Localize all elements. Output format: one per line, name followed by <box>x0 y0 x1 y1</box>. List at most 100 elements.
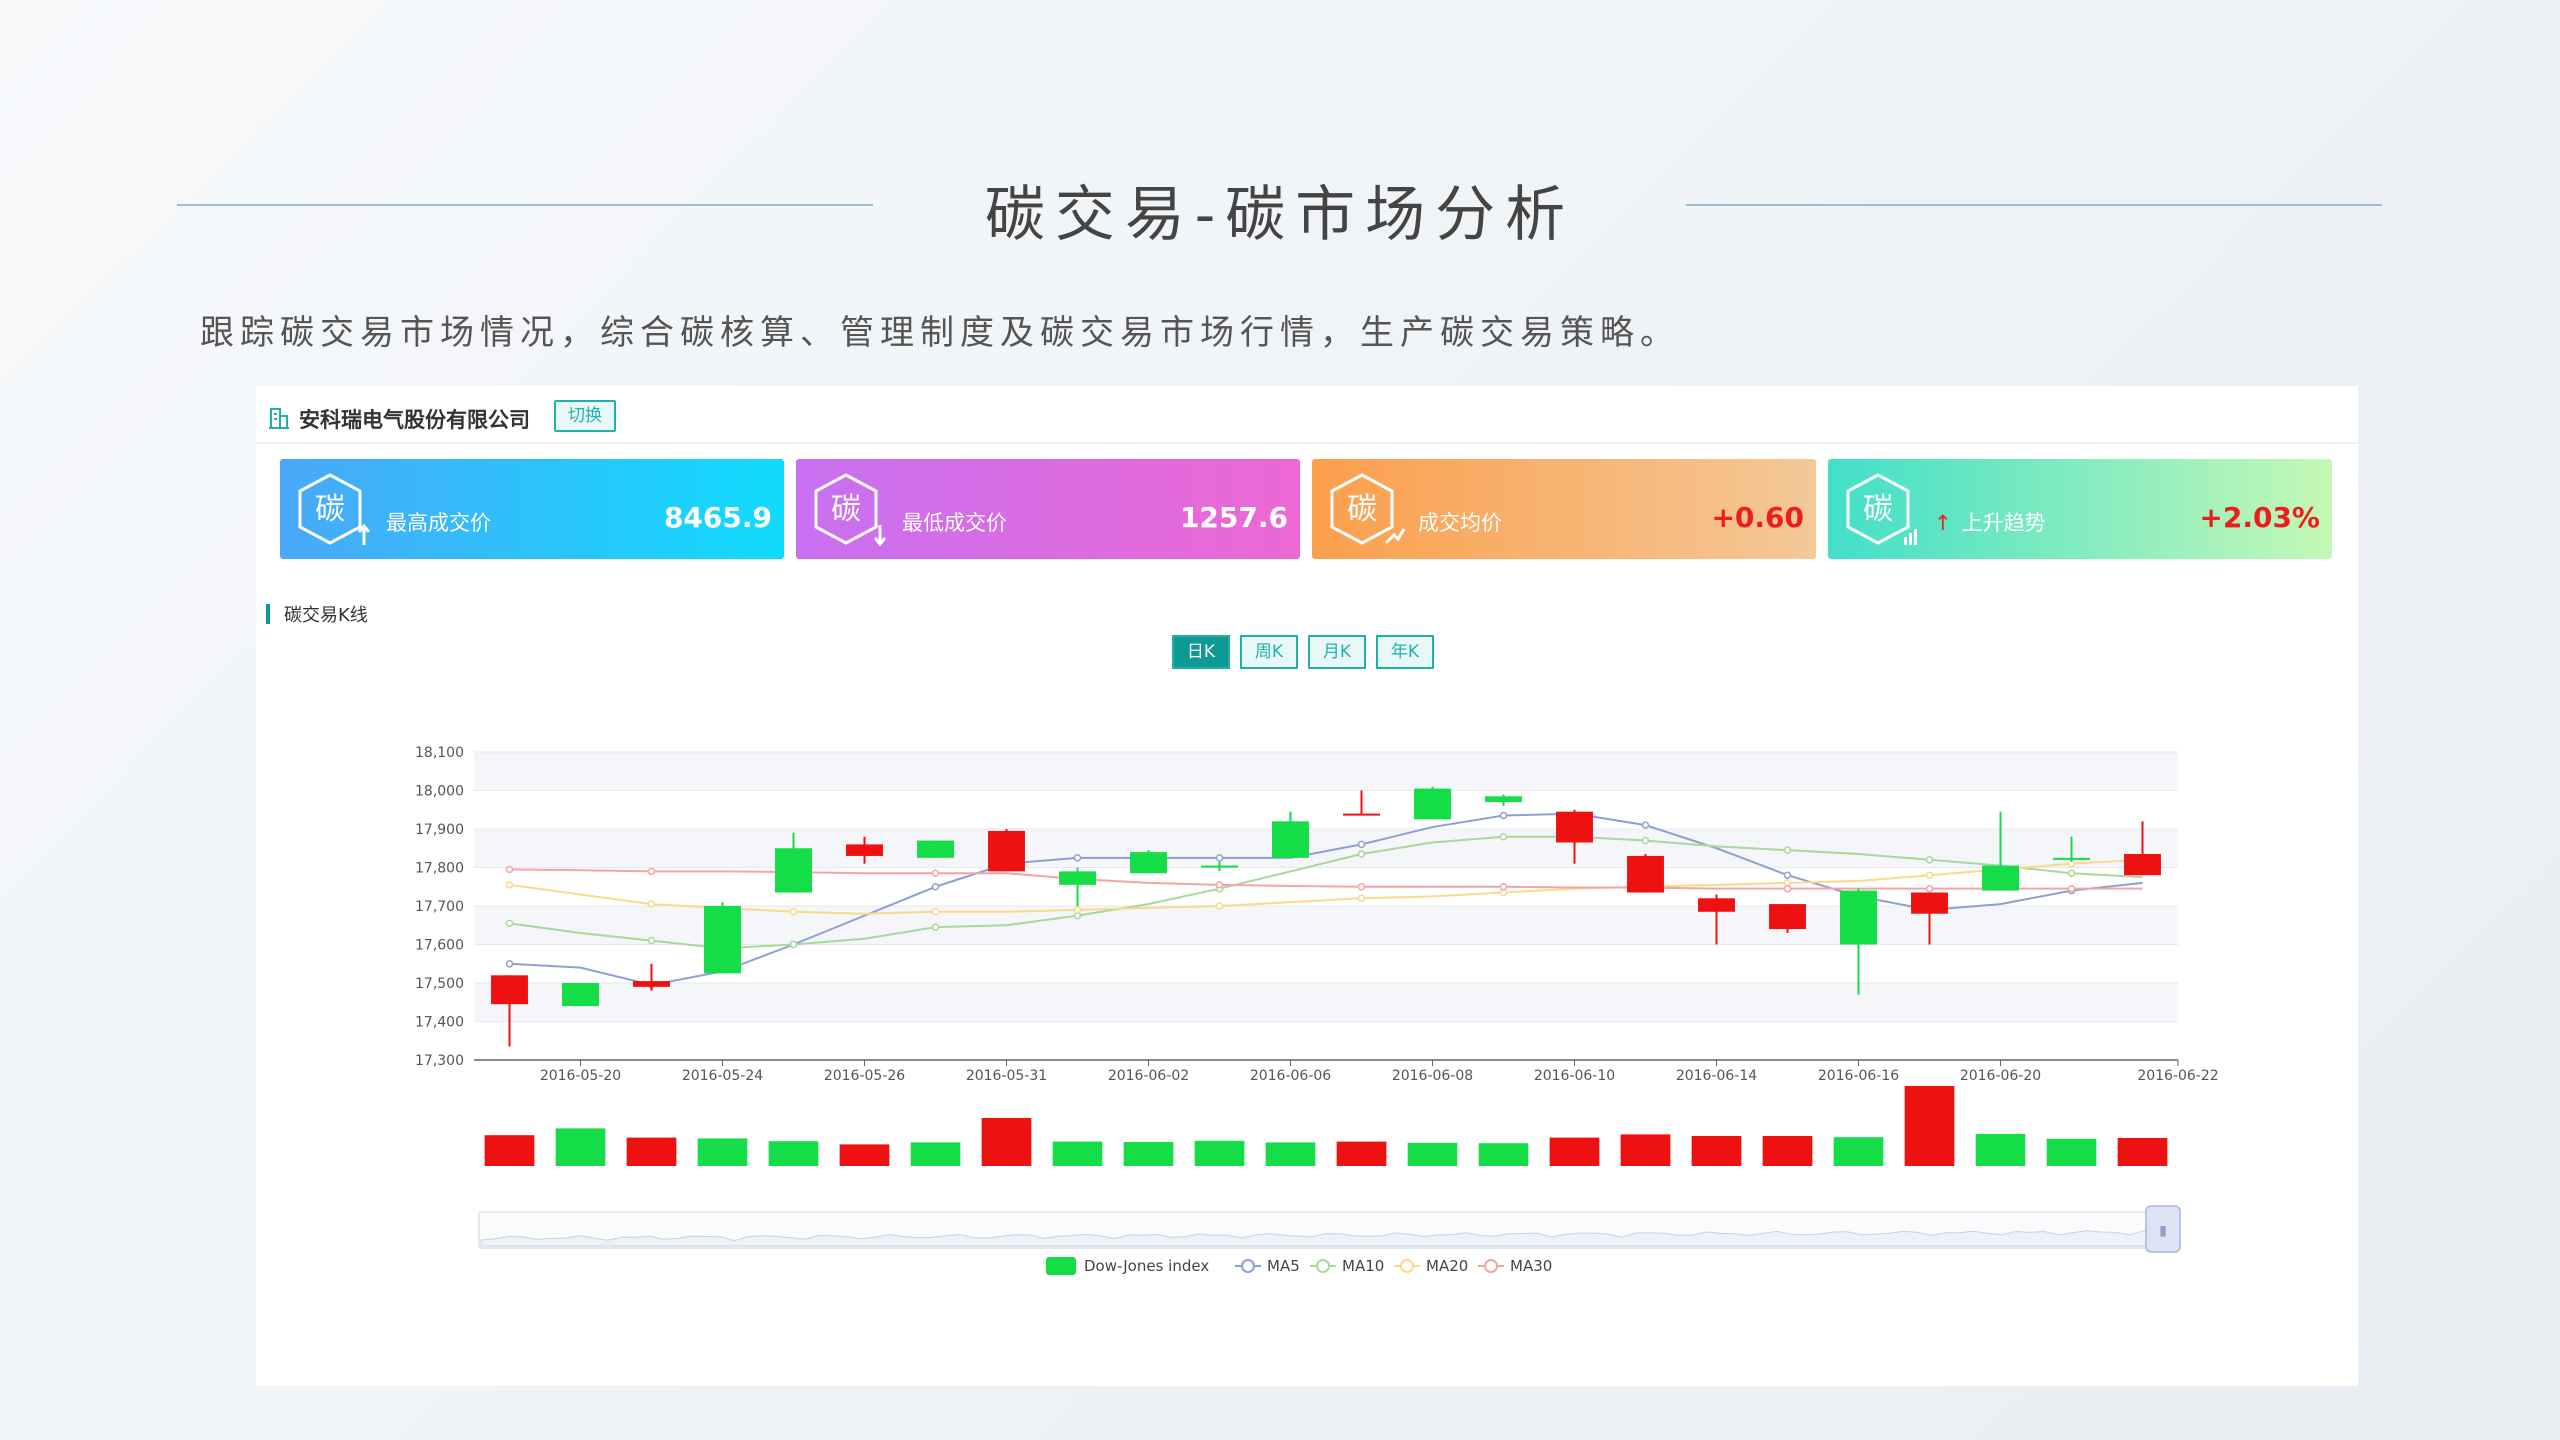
x-tick-label: 2016-06-08 <box>1392 1068 1473 1084</box>
ma-point <box>1783 871 1792 879</box>
title-divider-right <box>1686 204 2382 206</box>
kline-chart: 17,300 17,400 17,500 17,600 17,700 17,800 17,9… <box>415 745 2219 1275</box>
legend-label: MA5 <box>1267 1257 1300 1275</box>
ma-point <box>647 867 656 876</box>
candle-body <box>1698 898 1735 912</box>
x-tick-label: 2016-06-02 <box>1108 1068 1189 1084</box>
ma-point <box>505 865 514 874</box>
ma-point <box>1499 811 1508 820</box>
x-tick-label: 2016-06-20 <box>1960 1068 2041 1084</box>
volume-bar <box>1407 1142 1458 1166</box>
candle <box>1414 786 1451 820</box>
y-tick-label: 17,700 <box>415 899 464 915</box>
ma-point <box>1357 840 1366 849</box>
legend-label: Dow-Jones index <box>1084 1257 1209 1275</box>
ma-point <box>1641 836 1650 845</box>
datazoom-handle-grip-icon: ▮ <box>2159 1223 2167 1239</box>
candle-body <box>2124 854 2161 876</box>
candle-body <box>1414 788 1451 820</box>
legend-marker <box>1484 1259 1498 1273</box>
candle-body <box>1130 852 1167 874</box>
candle-body <box>491 975 528 1005</box>
candle-body <box>1201 865 1238 868</box>
candle-body <box>1059 871 1096 885</box>
candle-body <box>988 830 1025 872</box>
x-tick-label: 2016-06-06 <box>1250 1068 1331 1084</box>
volume-bar <box>1194 1140 1245 1166</box>
volume-bar <box>1265 1142 1316 1166</box>
candle-body <box>2053 857 2090 860</box>
volume-bar <box>697 1138 748 1166</box>
legend-item[interactable]: MA30 <box>1478 1257 1552 1275</box>
candle-body <box>1982 865 2019 891</box>
candle-body <box>1769 904 1806 930</box>
volume-bar <box>2046 1138 2097 1166</box>
volume-bar <box>1904 1086 1955 1166</box>
candle <box>633 963 670 991</box>
legend-label: MA30 <box>1510 1257 1552 1275</box>
candle-body <box>775 848 812 893</box>
page-title-row: 碳交易-碳市场分析 <box>0 160 2560 250</box>
candle <box>1627 854 1664 893</box>
legend-item[interactable]: Dow-Jones index <box>1046 1257 1209 1275</box>
ma-point <box>1073 906 1082 914</box>
candle <box>1840 888 1877 995</box>
candle-body <box>1343 813 1380 816</box>
volume-bar <box>839 1144 890 1166</box>
volume-bar <box>1478 1143 1529 1166</box>
ma-point <box>1357 894 1366 903</box>
candle-body <box>1556 811 1593 843</box>
candle <box>1272 811 1309 858</box>
ma-point <box>1783 884 1792 893</box>
ma-point <box>931 908 940 916</box>
ma-point <box>1073 854 1082 862</box>
ma-point <box>505 960 514 968</box>
candle-body <box>1911 892 1948 914</box>
datazoom-slider: ▮ <box>478 1205 2181 1253</box>
chart-legend: Dow-Jones index MA5 MA10 MA20 MA30 <box>1046 1257 1552 1275</box>
x-tick-label: 2016-06-10 <box>1534 1068 1615 1084</box>
y-tick-label: 18,100 <box>415 745 464 761</box>
ma-point <box>1925 871 1934 879</box>
x-tick-label: 2016-06-22 <box>2137 1068 2218 1084</box>
legend-item[interactable]: MA20 <box>1394 1257 1468 1275</box>
volume-bar <box>1549 1137 1600 1166</box>
ma-point <box>1925 884 1934 893</box>
ma-point <box>1783 846 1792 854</box>
candle-body <box>846 844 883 856</box>
y-tick-label: 17,900 <box>415 822 464 838</box>
volume-bar <box>1620 1134 1671 1166</box>
volume-bar <box>1052 1141 1103 1166</box>
y-tick-label: 17,500 <box>415 976 464 992</box>
volume-bar <box>1123 1142 1174 1166</box>
y-tick-label: 17,400 <box>415 1015 464 1031</box>
ma-point <box>505 881 514 889</box>
ma-point <box>1499 832 1508 841</box>
candle-body <box>1840 890 1877 945</box>
volume-bar <box>1691 1136 1742 1166</box>
x-tick-label: 2016-06-14 <box>1676 1068 1757 1084</box>
x-tick-label: 2016-05-26 <box>824 1068 905 1084</box>
ma-point <box>1641 821 1650 829</box>
candle <box>1769 904 1806 933</box>
legend-item[interactable]: MA5 <box>1235 1257 1300 1275</box>
volume-bar <box>555 1128 606 1166</box>
legend-marker <box>1400 1259 1414 1273</box>
volume-bar <box>910 1142 961 1166</box>
candle <box>562 983 599 1007</box>
candle-body <box>1272 821 1309 858</box>
legend-item[interactable]: MA10 <box>1310 1257 1384 1275</box>
legend-marker <box>1241 1259 1255 1273</box>
ma-point <box>1499 883 1508 891</box>
volume-bar <box>1975 1134 2026 1166</box>
ma-point <box>931 869 940 878</box>
ma-point <box>505 919 514 928</box>
volume-bar <box>484 1135 535 1166</box>
page-title: 碳交易-碳市场分析 <box>984 180 1576 250</box>
y-tick-label: 18,000 <box>415 784 464 800</box>
y-tick-label: 17,800 <box>415 861 464 877</box>
ma-point <box>1215 902 1224 910</box>
ma-point <box>789 940 798 949</box>
ma-point <box>931 883 940 891</box>
x-tick-label: 2016-06-16 <box>1818 1068 1899 1084</box>
